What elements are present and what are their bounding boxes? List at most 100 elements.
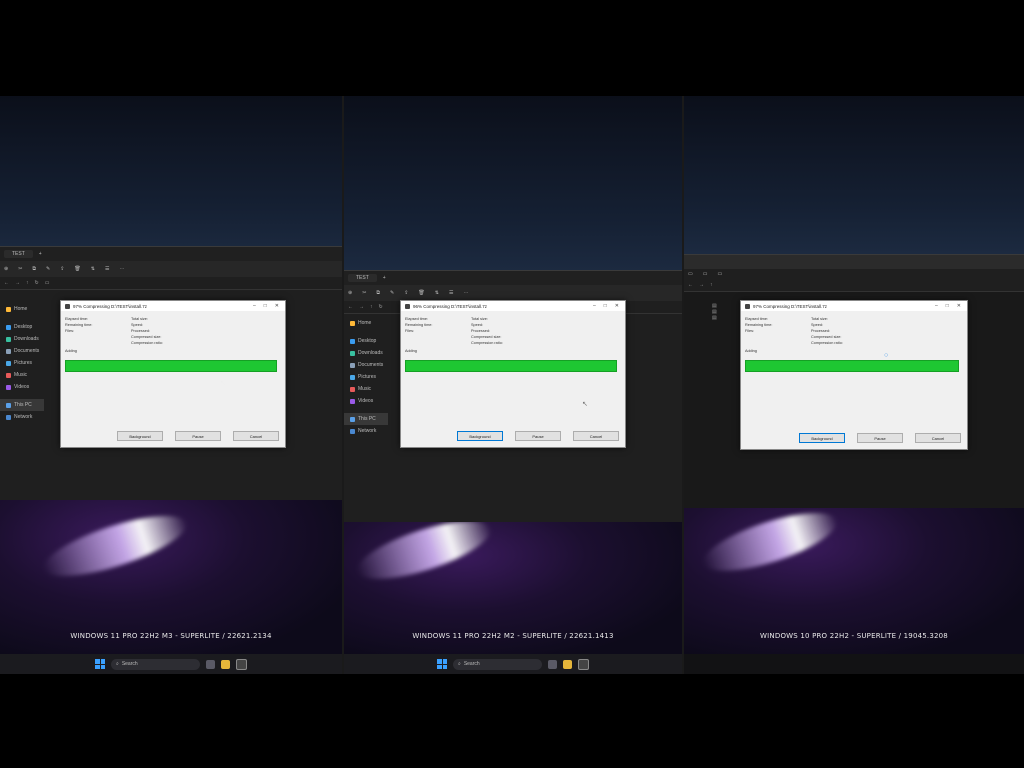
address-bar[interactable]: ← → ↑ <box>684 279 1024 292</box>
forward-icon[interactable]: → <box>699 282 704 288</box>
sidebar-item-this-pc[interactable]: This PC <box>344 413 388 425</box>
file-tab[interactable]: ▭ <box>688 271 693 277</box>
store-icon[interactable] <box>236 658 247 670</box>
file-explorer-icon[interactable] <box>563 659 572 669</box>
stat-label: Compressed size: <box>471 335 502 339</box>
panel-win11-m3: TEST + ⊕ ✂ ⧉ ✎ ⇪ 🗑 ⇅ ☰ ⋯ ← → ↑ ↻ ▭ Home … <box>0 96 342 674</box>
back-icon[interactable]: ← <box>348 304 353 310</box>
sidebar-item-videos[interactable]: Videos <box>0 381 44 393</box>
cancel-button[interactable]: Cancel <box>573 431 619 441</box>
explorer-titlebar <box>684 255 1024 269</box>
sidebar-item-desktop[interactable]: Desktop <box>344 335 388 347</box>
sidebar-item-home[interactable]: Home <box>0 303 44 315</box>
cut-icon[interactable]: ✂ <box>362 290 366 296</box>
adding-label: Adding <box>65 349 77 353</box>
view-icon[interactable]: ☰ <box>449 290 453 296</box>
rename-icon[interactable]: ✎ <box>390 290 394 296</box>
forward-icon[interactable]: → <box>359 304 364 310</box>
sidebar-item-documents[interactable]: Documents <box>0 345 44 357</box>
sidebar-item-network[interactable]: Network <box>0 411 44 423</box>
refresh-icon[interactable]: ↻ <box>35 280 39 286</box>
up-icon[interactable]: ↑ <box>370 304 373 310</box>
desktop-sky <box>344 96 682 271</box>
forward-icon[interactable]: → <box>15 280 20 286</box>
rename-icon[interactable]: ✎ <box>46 266 50 272</box>
minimize-icon[interactable]: – <box>253 303 256 309</box>
copy-icon[interactable]: ⧉ <box>32 266 36 272</box>
address-bar[interactable]: ← → ↑ ↻ ▭ <box>0 277 342 290</box>
sidebar-item-network[interactable]: Network <box>344 425 388 437</box>
new-icon[interactable]: ⊕ <box>4 266 8 272</box>
sidebar-item-videos[interactable]: Videos <box>344 395 388 407</box>
task-view-icon[interactable] <box>548 659 557 669</box>
new-tab-icon[interactable]: + <box>383 275 386 281</box>
pause-button[interactable]: Pause <box>857 433 903 443</box>
store-icon[interactable] <box>578 658 589 670</box>
delete-icon[interactable]: 🗑 <box>418 290 424 296</box>
file-explorer-icon[interactable] <box>221 659 230 669</box>
sidebar-item-pictures[interactable]: Pictures <box>0 357 44 369</box>
up-icon[interactable]: ↑ <box>26 280 29 286</box>
sidebar-item-pictures[interactable]: Pictures <box>344 371 388 383</box>
up-icon[interactable]: ↑ <box>710 282 713 288</box>
top-letterbox <box>0 0 1024 96</box>
background-button[interactable]: Background <box>117 431 163 441</box>
music-icon <box>6 372 11 378</box>
background-button[interactable]: Background <box>457 431 503 441</box>
videos-icon <box>6 384 11 390</box>
cut-icon[interactable]: ✂ <box>18 266 22 272</box>
pause-button[interactable]: Pause <box>175 431 221 441</box>
sort-icon[interactable]: ⇅ <box>435 290 439 296</box>
close-icon[interactable]: ✕ <box>615 303 619 309</box>
more-icon[interactable]: ⋯ <box>463 290 468 296</box>
start-icon[interactable] <box>95 659 105 669</box>
new-icon[interactable]: ⊕ <box>348 290 352 296</box>
taskbar-search[interactable]: ⌕ Search <box>111 658 200 670</box>
background-button[interactable]: Background <box>799 433 845 443</box>
back-icon[interactable]: ← <box>688 282 693 288</box>
sort-icon[interactable]: ⇅ <box>91 266 95 272</box>
desktop-sky <box>0 96 342 256</box>
explorer-tab[interactable]: TEST <box>348 274 377 282</box>
sidebar-item-home[interactable]: Home <box>344 317 388 329</box>
pause-button[interactable]: Pause <box>515 431 561 441</box>
share-icon[interactable]: ⇪ <box>404 290 408 296</box>
sidebar-item-documents[interactable]: Documents <box>344 359 388 371</box>
maximize-icon[interactable]: □ <box>604 303 607 309</box>
taskbar: ⌕ Search <box>344 654 682 674</box>
desktop-wallpaper <box>0 500 342 654</box>
stat-label: Compression ratio: <box>811 341 843 345</box>
new-tab-icon[interactable]: + <box>39 251 42 257</box>
start-icon[interactable] <box>437 659 447 669</box>
minimize-icon[interactable]: – <box>935 303 938 309</box>
downloads-icon <box>6 336 11 342</box>
taskbar-search[interactable]: ⌕ Search <box>453 658 542 670</box>
home-tab[interactable]: ▭ <box>703 271 708 277</box>
close-icon[interactable]: ✕ <box>957 303 961 309</box>
sidebar-item-music[interactable]: Music <box>0 369 44 381</box>
sidebar-item-music[interactable]: Music <box>344 383 388 395</box>
desktop-icon <box>6 324 11 330</box>
sidebar-item-this-pc[interactable]: This PC <box>0 399 44 411</box>
cancel-button[interactable]: Cancel <box>233 431 279 441</box>
explorer-tab[interactable]: TEST <box>4 250 33 258</box>
sidebar-item-downloads[interactable]: Downloads <box>0 333 44 345</box>
task-view-icon[interactable] <box>206 659 215 669</box>
cancel-button[interactable]: Cancel <box>915 433 961 443</box>
refresh-icon[interactable]: ↻ <box>379 304 383 310</box>
maximize-icon[interactable]: □ <box>264 303 267 309</box>
back-icon[interactable]: ← <box>4 280 9 286</box>
close-icon[interactable]: ✕ <box>275 303 279 309</box>
maximize-icon[interactable]: □ <box>946 303 949 309</box>
file-item[interactable]: ▤ <box>712 315 717 321</box>
sidebar-item-desktop[interactable]: Desktop <box>0 321 44 333</box>
view-icon[interactable]: ☰ <box>105 266 109 272</box>
view-tab[interactable]: ▭ <box>717 271 722 277</box>
copy-icon[interactable]: ⧉ <box>376 290 380 296</box>
sidebar-item-downloads[interactable]: Downloads <box>344 347 388 359</box>
7zip-icon <box>65 303 70 309</box>
delete-icon[interactable]: 🗑 <box>74 266 80 272</box>
more-icon[interactable]: ⋯ <box>119 266 124 272</box>
minimize-icon[interactable]: – <box>593 303 596 309</box>
share-icon[interactable]: ⇪ <box>60 266 64 272</box>
